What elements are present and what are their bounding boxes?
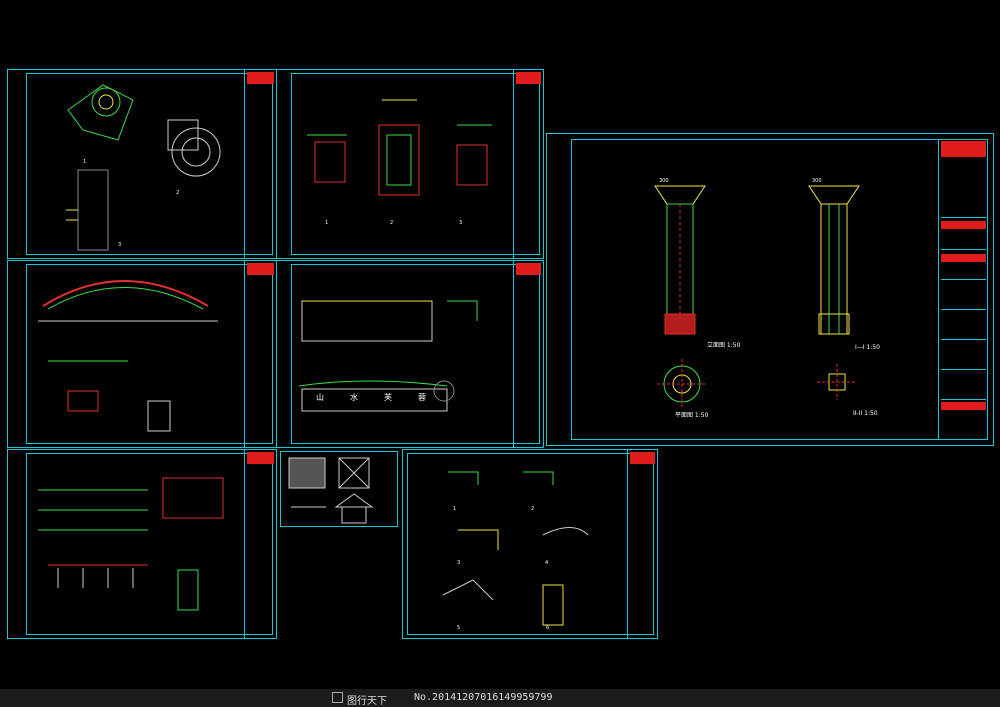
drawing-sheet-4[interactable]: 山 水 芙 蓉 [276, 260, 544, 448]
main-section-label: I—I 1:50 [855, 344, 880, 351]
sheet-7-label-5: 5 [457, 625, 461, 631]
main-sheet-column-drawings [654, 185, 860, 409]
sheet-2-label-3: 3 [459, 220, 463, 226]
drawing-sheet-6[interactable] [280, 451, 398, 527]
sheet-7-drawings [442, 471, 589, 626]
drawing-sheet-5[interactable] [7, 449, 277, 639]
main-section2-label: II-II 1:50 [853, 410, 878, 417]
stone-char-1: 山 [316, 393, 324, 402]
sheet-4-drawings [298, 300, 478, 412]
sheet-6-drawings [288, 457, 374, 524]
stone-char-3: 芙 [384, 393, 392, 402]
sheet-7-label-1: 1 [453, 506, 457, 512]
sheet-2-drawings [307, 99, 492, 196]
sheet-1-drawings [66, 84, 221, 251]
sheet-3-drawings [38, 280, 218, 432]
drawing-sheet-7[interactable]: 1 2 3 4 5 6 [402, 449, 658, 639]
drawing-sheet-2[interactable]: 1 2 3 [276, 69, 544, 259]
watermark-brand: 图行天下 [347, 696, 387, 707]
sheet-7-label-3: 3 [457, 560, 461, 566]
sheet-7-label-2: 2 [531, 506, 535, 512]
watermark-footer: 图行天下 No.20141207016149959799 [0, 689, 1000, 707]
stone-char-4: 蓉 [418, 393, 426, 402]
sheet-1-label-1: 1 [83, 159, 87, 165]
sheet-1-label-2: 2 [176, 190, 180, 196]
drawing-sheet-main[interactable]: 300 300 立面图 1:50 I—I 1:50 平面图 1:50 II-II… [546, 133, 994, 446]
brand-logo-icon [332, 692, 343, 703]
sheet-5-drawings [38, 477, 224, 611]
main-dim-top-right: 300 [812, 178, 822, 184]
main-plan-label: 平面图 1:50 [675, 412, 709, 419]
main-elevation-label: 立面图 1:50 [707, 342, 741, 349]
stone-char-2: 水 [350, 393, 358, 402]
sheet-1-label-3: 3 [118, 242, 122, 248]
sheet-7-label-4: 4 [545, 560, 549, 566]
watermark-code: No.20141207016149959799 [414, 692, 553, 703]
sheet-7-label-6: 6 [546, 625, 550, 631]
drawing-sheet-1[interactable]: 1 2 3 [7, 69, 277, 259]
sheet-2-label-1: 1 [325, 220, 329, 226]
sheet-2-label-2: 2 [390, 220, 394, 226]
drawing-sheet-3[interactable] [7, 260, 277, 448]
main-dim-top-left: 300 [659, 178, 669, 184]
